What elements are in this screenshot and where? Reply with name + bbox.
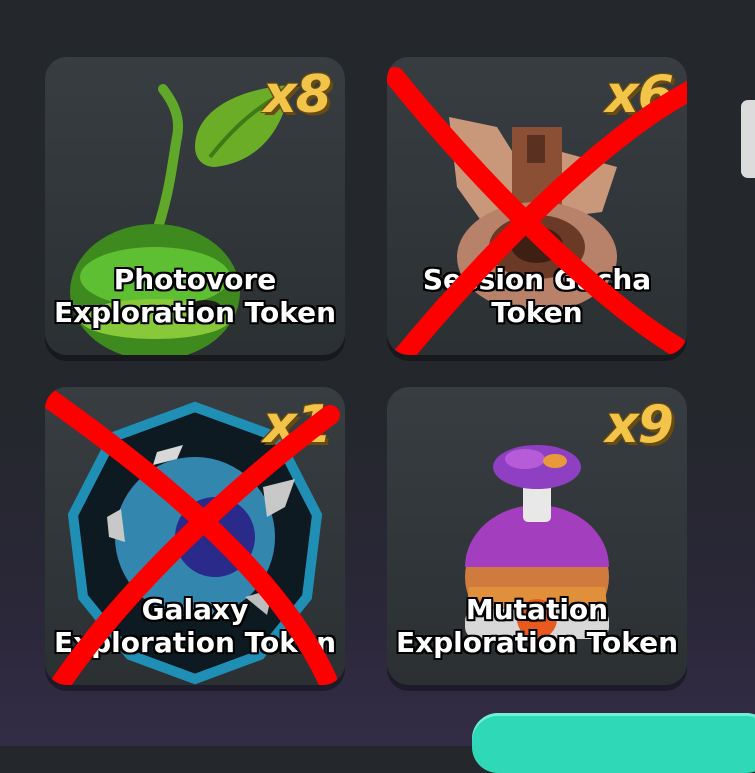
- item-name-line: Exploration Token: [53, 626, 337, 659]
- item-name-line: Exploration Token: [395, 626, 679, 659]
- item-name: Galaxy Exploration Token: [45, 593, 345, 659]
- action-button[interactable]: [472, 713, 755, 773]
- item-name-line: Exploration Token: [53, 296, 337, 329]
- item-tile-mutation[interactable]: x9 Mutation Exploration Token: [387, 387, 687, 685]
- item-count: x1: [263, 395, 332, 455]
- item-name: Photovore Exploration Token: [45, 263, 345, 329]
- item-count: x8: [263, 65, 332, 125]
- item-name-line: Galaxy: [141, 593, 249, 626]
- item-tile-session-gacha[interactable]: x6 Session Gacha Token: [387, 57, 687, 355]
- item-name-line: Mutation: [465, 593, 609, 626]
- item-name-line: Session Gacha: [422, 263, 652, 296]
- item-count: x6: [605, 65, 674, 125]
- item-name-line: Photovore: [113, 263, 277, 296]
- item-name-line: Token: [491, 296, 583, 329]
- item-count: x9: [605, 395, 674, 455]
- item-name: Mutation Exploration Token: [387, 593, 687, 659]
- item-tile-photovore[interactable]: x8 Photovore Exploration Token: [45, 57, 345, 355]
- scrollbar-thumb[interactable]: [741, 100, 755, 178]
- item-name: Session Gacha Token: [387, 263, 687, 329]
- item-tile-galaxy[interactable]: x1 Galaxy Exploration Token: [45, 387, 345, 685]
